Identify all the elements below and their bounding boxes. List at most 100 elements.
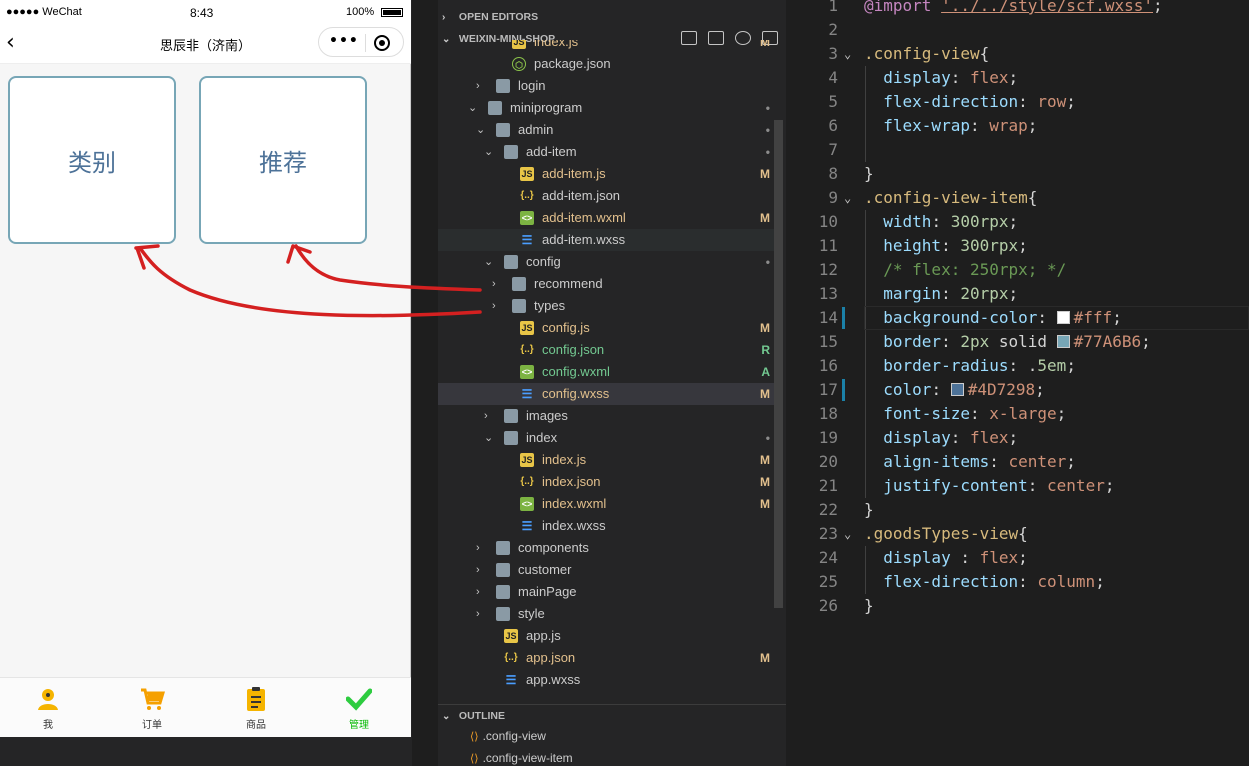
fold-chevron-icon[interactable]: ⌄ <box>844 522 851 546</box>
code-line[interactable]: 16 border-radius: .5em; <box>786 354 1249 378</box>
code-line[interactable]: 4 display: flex; <box>786 66 1249 90</box>
explorer-scrollbar[interactable] <box>774 120 783 608</box>
tree-row[interactable]: ⌄ index • <box>438 427 774 449</box>
config-item-label: 类别 <box>68 148 116 177</box>
tree-row[interactable]: › style <box>438 603 774 625</box>
code-line[interactable]: 24 display : flex; <box>786 546 1249 570</box>
folder-icon <box>496 541 510 555</box>
color-swatch[interactable] <box>1056 335 1070 348</box>
tree-row[interactable]: ☰ index.wxss <box>438 515 774 537</box>
code-line[interactable]: 19 display: flex; <box>786 426 1249 450</box>
tree-row[interactable]: › mainPage <box>438 581 774 603</box>
tab-me[interactable]: 我 <box>18 686 78 734</box>
color-swatch[interactable] <box>1056 311 1070 324</box>
fold-chevron-icon[interactable]: ⌄ <box>844 186 851 210</box>
code-line[interactable]: 5 flex-direction: row; <box>786 90 1249 114</box>
tree-row[interactable]: <> config.wxml A <box>438 361 774 383</box>
chevron-down-icon[interactable]: ⌄ <box>484 427 496 449</box>
code-text: margin: 20rpx; <box>883 284 1019 303</box>
tree-row[interactable]: JS index.js M <box>438 449 774 471</box>
tree-row[interactable]: › images <box>438 405 774 427</box>
more-icon[interactable]: ••• <box>329 33 359 49</box>
code-line[interactable]: 2 <box>786 18 1249 42</box>
code-line[interactable]: 12 /* flex: 250rpx; */ <box>786 258 1249 282</box>
tree-row[interactable]: JS app.js <box>438 625 774 647</box>
chevron-right-icon[interactable]: › <box>476 75 488 97</box>
tree-row[interactable]: ☰ add-item.wxss <box>438 229 774 251</box>
code-line[interactable]: 11 height: 300rpx; <box>786 234 1249 258</box>
chevron-down-icon[interactable]: ⌄ <box>484 251 496 273</box>
tree-row[interactable]: {..} app.json M <box>438 647 774 669</box>
outline-header[interactable]: ⌄ OUTLINE <box>438 704 786 726</box>
tree-item-label: index.wxml <box>542 496 607 511</box>
wxml-icon: <> <box>520 211 534 225</box>
chevron-right-icon[interactable]: › <box>492 273 504 295</box>
git-change-marker <box>842 307 845 329</box>
code-line[interactable]: 22} <box>786 498 1249 522</box>
code-line[interactable]: 18 font-size: x-large; <box>786 402 1249 426</box>
code-line[interactable]: 7 <box>786 138 1249 162</box>
config-item-category[interactable]: 类别 <box>8 76 176 244</box>
code-line[interactable]: 26} <box>786 594 1249 618</box>
code-line[interactable]: 20 align-items: center; <box>786 450 1249 474</box>
chevron-down-icon[interactable]: ⌄ <box>484 141 496 163</box>
code-text: border-radius: .5em; <box>883 356 1076 375</box>
outline-item[interactable]: ⟨⟩ .config-view-item <box>470 747 573 766</box>
code-line[interactable]: 3 ⌄ .config-view{ <box>786 42 1249 66</box>
tree-row[interactable]: › login <box>438 75 774 97</box>
code-line[interactable]: 1 @import '../../style/scf.wxss'; <box>786 0 1249 18</box>
tree-row[interactable]: <> index.wxml M <box>438 493 774 515</box>
tree-row[interactable]: › recommend <box>438 273 774 295</box>
code-line[interactable]: 6 flex-wrap: wrap; <box>786 114 1249 138</box>
file-explorer: › OPEN EDITORS ⌄ WEIXIN-MINI-SHOP JS inde… <box>438 0 786 766</box>
code-line[interactable]: 25 flex-direction: column; <box>786 570 1249 594</box>
chevron-right-icon[interactable]: › <box>476 537 488 559</box>
code-line[interactable]: 23 ⌄ .goodsTypes-view{ <box>786 522 1249 546</box>
outline-item[interactable]: ⟨⟩ .config-view <box>470 725 546 747</box>
tree-row[interactable]: ☰ config.wxss M <box>438 383 774 405</box>
chevron-right-icon[interactable]: › <box>476 603 488 625</box>
tree-row[interactable]: ⬡ package.json <box>438 53 774 75</box>
tree-row[interactable]: {..} add-item.json <box>438 185 774 207</box>
color-swatch[interactable] <box>950 383 964 396</box>
tree-item-label: miniprogram <box>510 100 583 115</box>
tree-row[interactable]: › types <box>438 295 774 317</box>
tree-row[interactable]: {..} index.json M <box>438 471 774 493</box>
chevron-down-icon[interactable]: ⌄ <box>476 119 488 141</box>
code-line[interactable]: 17 color: #4D7298; <box>786 378 1249 402</box>
tree-row[interactable]: ☰ app.wxss <box>438 669 774 691</box>
line-number: 20 <box>818 452 838 471</box>
tree-item-label: index.js <box>542 452 587 467</box>
tree-row[interactable]: ⌄ config • <box>438 251 774 273</box>
tree-row[interactable]: {..} config.json R <box>438 339 774 361</box>
tree-row[interactable]: JS add-item.js M <box>438 163 774 185</box>
code-line[interactable]: 14 background-color: #fff; <box>786 306 1249 330</box>
code-line[interactable]: 13 margin: 20rpx; <box>786 282 1249 306</box>
config-item-recommend[interactable]: 推荐 <box>199 76 367 244</box>
close-miniprogram-icon[interactable] <box>374 35 390 51</box>
chevron-right-icon[interactable]: › <box>476 581 488 603</box>
tab-manage[interactable]: 管理 <box>329 686 389 734</box>
code-line[interactable]: 10 width: 300rpx; <box>786 210 1249 234</box>
chevron-down-icon[interactable]: ⌄ <box>468 97 480 119</box>
tree-row[interactable]: ⌄ admin • <box>438 119 774 141</box>
code-line[interactable]: 15 border: 2px solid #77A6B6; <box>786 330 1249 354</box>
code-line[interactable]: 21 justify-content: center; <box>786 474 1249 498</box>
tree-row[interactable]: ⌄ miniprogram • <box>438 97 774 119</box>
tab-goods[interactable]: 商品 <box>226 686 286 734</box>
chevron-right-icon[interactable]: › <box>484 405 496 427</box>
tree-row[interactable]: <> add-item.wxml M <box>438 207 774 229</box>
fold-chevron-icon[interactable]: ⌄ <box>844 42 851 66</box>
code-line[interactable]: 9 ⌄ .config-view-item{ <box>786 186 1249 210</box>
chevron-right-icon[interactable]: › <box>492 295 504 317</box>
tree-row[interactable]: › customer <box>438 559 774 581</box>
code-line[interactable]: 8} <box>786 162 1249 186</box>
open-editors-header[interactable]: › OPEN EDITORS <box>438 6 786 28</box>
chevron-right-icon[interactable]: › <box>476 559 488 581</box>
tree-row[interactable]: JS index.js M <box>438 40 774 53</box>
tab-orders[interactable]: 订单 <box>122 686 182 734</box>
tree-row[interactable]: › components <box>438 537 774 559</box>
code-editor[interactable]: 1 @import '../../style/scf.wxss'; 2 3 ⌄ .conf… <box>786 0 1249 766</box>
tree-row[interactable]: ⌄ add-item • <box>438 141 774 163</box>
tree-row[interactable]: JS config.js M <box>438 317 774 339</box>
